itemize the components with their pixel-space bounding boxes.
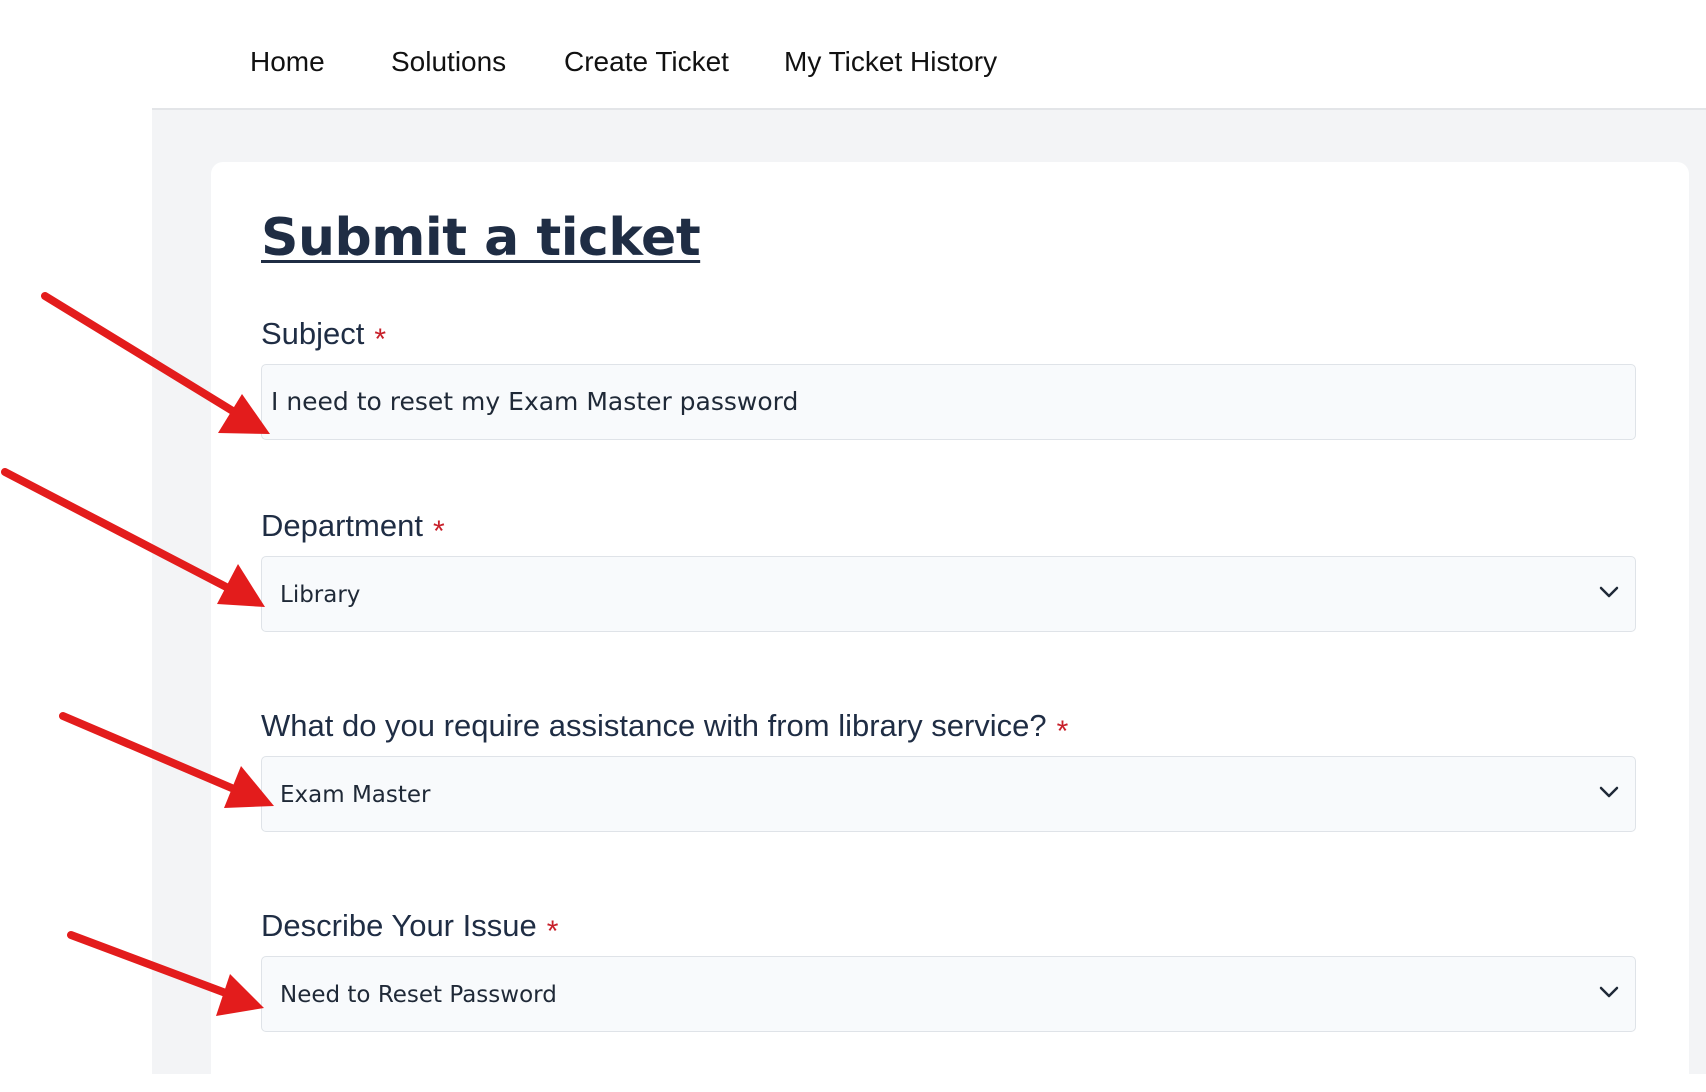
- assistance-label-text: What do you require assistance with from…: [261, 708, 1047, 743]
- nav-create-ticket-link[interactable]: Create Ticket: [564, 46, 729, 78]
- nav-ticket-history-link[interactable]: My Ticket History: [784, 46, 997, 78]
- assistance-select[interactable]: Exam Master: [261, 756, 1636, 832]
- page-title: Submit a ticket: [261, 208, 701, 268]
- subject-input[interactable]: I need to reset my Exam Master password: [261, 364, 1636, 440]
- top-navigation: Home Solutions Create Ticket My Ticket H…: [0, 0, 1706, 109]
- assistance-label: What do you require assistance with from…: [261, 708, 1068, 748]
- department-select[interactable]: Library: [261, 556, 1636, 632]
- required-marker: *: [374, 323, 387, 356]
- issue-label-text: Describe Your Issue: [261, 908, 537, 943]
- required-marker: *: [546, 915, 559, 948]
- chevron-down-icon: [1599, 786, 1619, 798]
- subject-input-value: I need to reset my Exam Master password: [271, 387, 799, 416]
- chevron-down-icon: [1599, 986, 1619, 998]
- issue-selected-value: Need to Reset Password: [280, 982, 557, 1008]
- subject-label-text: Subject: [261, 316, 365, 351]
- subject-label: Subject *: [261, 316, 386, 356]
- issue-label: Describe Your Issue *: [261, 908, 558, 948]
- issue-select[interactable]: Need to Reset Password: [261, 956, 1636, 1032]
- required-marker: *: [1056, 715, 1069, 748]
- department-selected-value: Library: [280, 582, 361, 608]
- nav-solutions-link[interactable]: Solutions: [391, 46, 506, 78]
- nav-home-link[interactable]: Home: [250, 46, 325, 78]
- department-label: Department *: [261, 508, 445, 548]
- department-label-text: Department: [261, 508, 423, 543]
- chevron-down-icon: [1599, 586, 1619, 598]
- required-marker: *: [432, 515, 445, 548]
- assistance-selected-value: Exam Master: [280, 782, 431, 808]
